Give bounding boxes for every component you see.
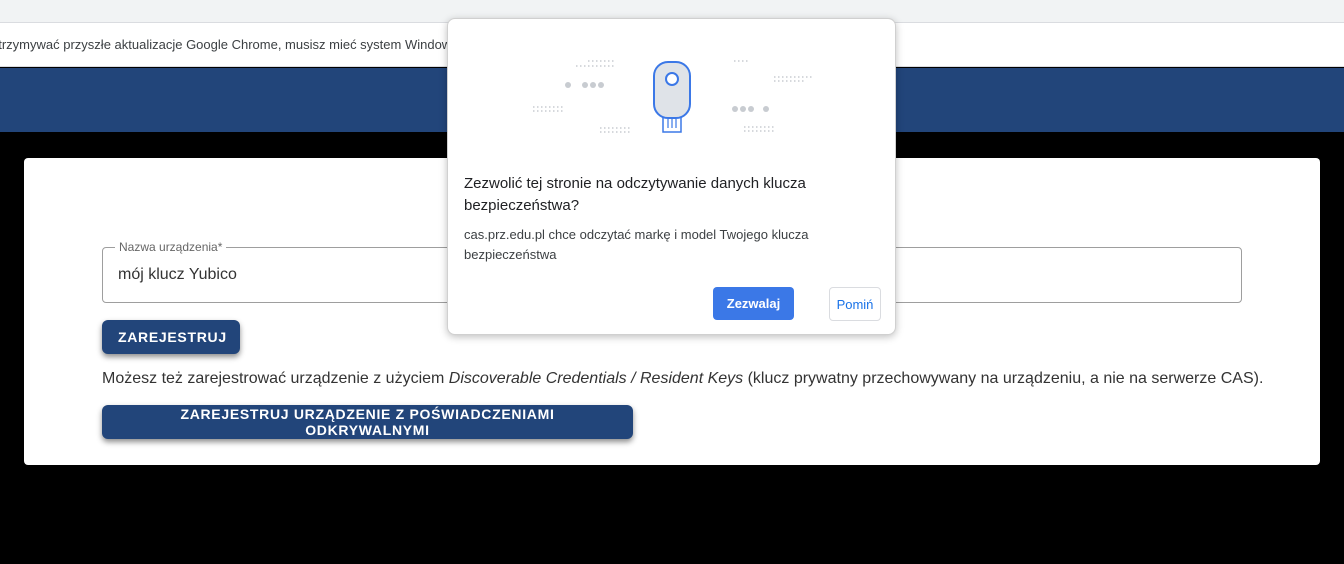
security-key-permission-dialog: Zezwolić tej stronie na odczytywanie dan… bbox=[447, 18, 896, 335]
register-discoverable-button[interactable]: ZAREJESTRUJ URZĄDZENIE Z POŚWIADCZENIAMI… bbox=[102, 405, 633, 439]
hint-prefix: Możesz też zarejestrować urządzenie z uż… bbox=[102, 370, 449, 387]
dialog-title: Zezwolić tej stronie na odczytywanie dan… bbox=[464, 175, 806, 214]
allow-button[interactable]: Zezwalaj bbox=[713, 287, 794, 320]
register-button[interactable]: ZAREJESTRUJ bbox=[102, 320, 240, 354]
skip-button[interactable]: Pomiń bbox=[829, 287, 881, 321]
hint-italic: Discoverable Credentials / Resident Keys bbox=[448, 370, 744, 387]
dialog-description: cas.prz.edu.pl chce odczytać markę i mod… bbox=[464, 227, 809, 262]
security-key-illustration bbox=[533, 60, 814, 133]
hint-suffix: (klucz prywatny przechowywany na urządze… bbox=[743, 370, 1264, 387]
discoverable-hint: Możesz też zarejestrować urządzenie z uż… bbox=[102, 370, 1263, 388]
